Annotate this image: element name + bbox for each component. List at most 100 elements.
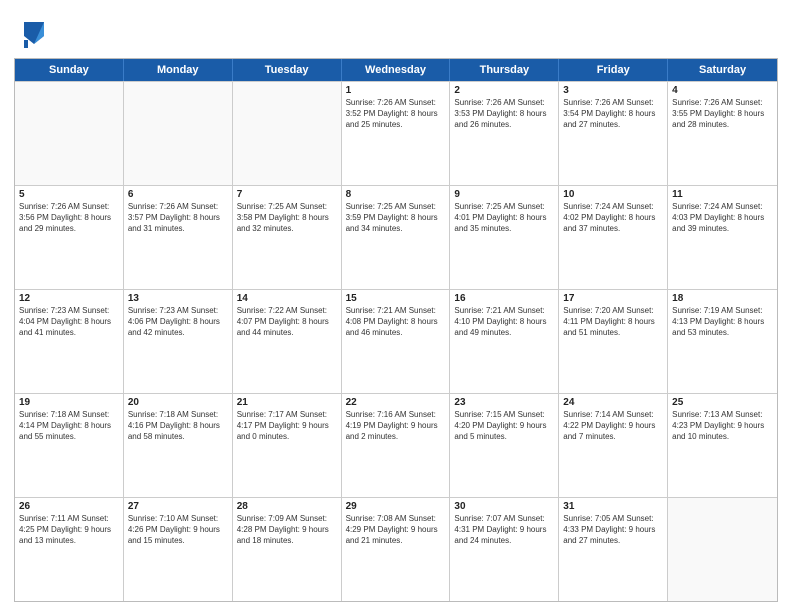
calendar-cell: 8 Sunrise: 7:25 AM Sunset: 3:59 PM Daylig…	[342, 186, 451, 289]
day-content: Sunrise: 7:15 AM Sunset: 4:20 PM Dayligh…	[454, 410, 554, 442]
day-content: Sunrise: 7:09 AM Sunset: 4:28 PM Dayligh…	[237, 514, 337, 546]
day-content: Sunrise: 7:20 AM Sunset: 4:11 PM Dayligh…	[563, 306, 663, 338]
day-content: Sunrise: 7:26 AM Sunset: 3:57 PM Dayligh…	[128, 202, 228, 234]
calendar-cell: 9 Sunrise: 7:25 AM Sunset: 4:01 PM Daylig…	[450, 186, 559, 289]
calendar-cell: 12Sunrise: 7:23 AM Sunset: 4:04 PM Dayli…	[15, 290, 124, 393]
day-content: Sunrise: 7:07 AM Sunset: 4:31 PM Dayligh…	[454, 514, 554, 546]
day-number: 11	[672, 189, 773, 200]
calendar-cell: 29 Sunrise: 7:08 AM Sunset: 4:29 PM Dayli…	[342, 498, 451, 601]
day-number: 13	[128, 293, 228, 304]
calendar-cell	[15, 82, 124, 185]
day-number: 5	[19, 189, 119, 200]
page: SundayMondayTuesdayWednesdayThursdayFrid…	[0, 0, 792, 612]
day-content: Sunrise: 7:05 AM Sunset: 4:33 PM Dayligh…	[563, 514, 663, 546]
day-number: 4	[672, 85, 773, 96]
calendar-week-1: 1Sunrise: 7:26 AM Sunset: 3:52 PM Daylig…	[15, 81, 777, 185]
calendar-cell: 18Sunrise: 7:19 AM Sunset: 4:13 PM Dayli…	[668, 290, 777, 393]
day-number: 31	[563, 501, 663, 512]
calendar-header-saturday: Saturday	[668, 59, 777, 81]
day-content: Sunrise: 7:10 AM Sunset: 4:26 PM Dayligh…	[128, 514, 228, 546]
day-number: 18	[672, 293, 773, 304]
day-content: Sunrise: 7:17 AM Sunset: 4:17 PM Dayligh…	[237, 410, 337, 442]
calendar-header-sunday: Sunday	[15, 59, 124, 81]
day-number: 16	[454, 293, 554, 304]
calendar-cell	[124, 82, 233, 185]
calendar-cell: 14 Sunrise: 7:22 AM Sunset: 4:07 PM Dayli…	[233, 290, 342, 393]
calendar-cell: 27 Sunrise: 7:10 AM Sunset: 4:26 PM Dayli…	[124, 498, 233, 601]
day-number: 15	[346, 293, 446, 304]
day-number: 24	[563, 397, 663, 408]
day-number: 14	[237, 293, 337, 304]
calendar-cell: 28 Sunrise: 7:09 AM Sunset: 4:28 PM Dayli…	[233, 498, 342, 601]
calendar-week-3: 12Sunrise: 7:23 AM Sunset: 4:04 PM Dayli…	[15, 289, 777, 393]
day-content: Sunrise: 7:08 AM Sunset: 4:29 PM Dayligh…	[346, 514, 446, 546]
day-content: Sunrise: 7:26 AM Sunset: 3:53 PM Dayligh…	[454, 98, 554, 130]
calendar-cell	[233, 82, 342, 185]
calendar-header-thursday: Thursday	[450, 59, 559, 81]
calendar-cell: 16Sunrise: 7:21 AM Sunset: 4:10 PM Dayli…	[450, 290, 559, 393]
calendar-cell	[668, 498, 777, 601]
day-content: Sunrise: 7:18 AM Sunset: 4:16 PM Dayligh…	[128, 410, 228, 442]
calendar-cell: 17 Sunrise: 7:20 AM Sunset: 4:11 PM Dayli…	[559, 290, 668, 393]
calendar-cell: 2 Sunrise: 7:26 AM Sunset: 3:53 PM Daylig…	[450, 82, 559, 185]
day-number: 25	[672, 397, 773, 408]
calendar-cell: 3Sunrise: 7:26 AM Sunset: 3:54 PM Daylig…	[559, 82, 668, 185]
day-content: Sunrise: 7:13 AM Sunset: 4:23 PM Dayligh…	[672, 410, 773, 442]
calendar-header-tuesday: Tuesday	[233, 59, 342, 81]
day-content: Sunrise: 7:26 AM Sunset: 3:56 PM Dayligh…	[19, 202, 119, 234]
day-content: Sunrise: 7:16 AM Sunset: 4:19 PM Dayligh…	[346, 410, 446, 442]
calendar-cell: 19Sunrise: 7:18 AM Sunset: 4:14 PM Dayli…	[15, 394, 124, 497]
calendar-cell: 5 Sunrise: 7:26 AM Sunset: 3:56 PM Daylig…	[15, 186, 124, 289]
calendar-cell: 6 Sunrise: 7:26 AM Sunset: 3:57 PM Daylig…	[124, 186, 233, 289]
calendar-cell: 30 Sunrise: 7:07 AM Sunset: 4:31 PM Dayli…	[450, 498, 559, 601]
day-number: 23	[454, 397, 554, 408]
day-number: 20	[128, 397, 228, 408]
day-number: 2	[454, 85, 554, 96]
day-number: 9	[454, 189, 554, 200]
calendar-header-wednesday: Wednesday	[342, 59, 451, 81]
day-content: Sunrise: 7:25 AM Sunset: 3:59 PM Dayligh…	[346, 202, 446, 234]
day-content: Sunrise: 7:26 AM Sunset: 3:52 PM Dayligh…	[346, 98, 446, 130]
calendar-cell: 15 Sunrise: 7:21 AM Sunset: 4:08 PM Dayli…	[342, 290, 451, 393]
calendar-header-monday: Monday	[124, 59, 233, 81]
calendar-cell: 21 Sunrise: 7:17 AM Sunset: 4:17 PM Dayli…	[233, 394, 342, 497]
calendar-cell: 26 Sunrise: 7:11 AM Sunset: 4:25 PM Dayli…	[15, 498, 124, 601]
calendar-cell: 20 Sunrise: 7:18 AM Sunset: 4:16 PM Dayli…	[124, 394, 233, 497]
calendar-cell: 22 Sunrise: 7:16 AM Sunset: 4:19 PM Dayli…	[342, 394, 451, 497]
calendar-cell: 31 Sunrise: 7:05 AM Sunset: 4:33 PM Dayli…	[559, 498, 668, 601]
day-number: 7	[237, 189, 337, 200]
calendar-cell: 7 Sunrise: 7:25 AM Sunset: 3:58 PM Daylig…	[233, 186, 342, 289]
calendar-header: SundayMondayTuesdayWednesdayThursdayFrid…	[15, 59, 777, 81]
day-content: Sunrise: 7:25 AM Sunset: 3:58 PM Dayligh…	[237, 202, 337, 234]
day-content: Sunrise: 7:26 AM Sunset: 3:55 PM Dayligh…	[672, 98, 773, 130]
header	[14, 10, 778, 52]
day-number: 29	[346, 501, 446, 512]
day-number: 12	[19, 293, 119, 304]
day-number: 22	[346, 397, 446, 408]
day-content: Sunrise: 7:26 AM Sunset: 3:54 PM Dayligh…	[563, 98, 663, 130]
calendar-cell: 13 Sunrise: 7:23 AM Sunset: 4:06 PM Dayli…	[124, 290, 233, 393]
day-number: 21	[237, 397, 337, 408]
calendar-week-2: 5 Sunrise: 7:26 AM Sunset: 3:56 PM Daylig…	[15, 185, 777, 289]
day-content: Sunrise: 7:25 AM Sunset: 4:01 PM Dayligh…	[454, 202, 554, 234]
day-number: 26	[19, 501, 119, 512]
day-number: 17	[563, 293, 663, 304]
day-content: Sunrise: 7:23 AM Sunset: 4:06 PM Dayligh…	[128, 306, 228, 338]
day-number: 27	[128, 501, 228, 512]
day-content: Sunrise: 7:14 AM Sunset: 4:22 PM Dayligh…	[563, 410, 663, 442]
calendar-cell: 24 Sunrise: 7:14 AM Sunset: 4:22 PM Dayli…	[559, 394, 668, 497]
day-content: Sunrise: 7:24 AM Sunset: 4:03 PM Dayligh…	[672, 202, 773, 234]
day-content: Sunrise: 7:11 AM Sunset: 4:25 PM Dayligh…	[19, 514, 119, 546]
day-number: 6	[128, 189, 228, 200]
calendar: SundayMondayTuesdayWednesdayThursdayFrid…	[14, 58, 778, 602]
day-number: 28	[237, 501, 337, 512]
calendar-header-friday: Friday	[559, 59, 668, 81]
day-content: Sunrise: 7:21 AM Sunset: 4:08 PM Dayligh…	[346, 306, 446, 338]
day-number: 8	[346, 189, 446, 200]
day-number: 30	[454, 501, 554, 512]
calendar-cell: 4 Sunrise: 7:26 AM Sunset: 3:55 PM Daylig…	[668, 82, 777, 185]
calendar-cell: 11 Sunrise: 7:24 AM Sunset: 4:03 PM Dayli…	[668, 186, 777, 289]
calendar-week-4: 19Sunrise: 7:18 AM Sunset: 4:14 PM Dayli…	[15, 393, 777, 497]
day-content: Sunrise: 7:22 AM Sunset: 4:07 PM Dayligh…	[237, 306, 337, 338]
calendar-cell: 23 Sunrise: 7:15 AM Sunset: 4:20 PM Dayli…	[450, 394, 559, 497]
